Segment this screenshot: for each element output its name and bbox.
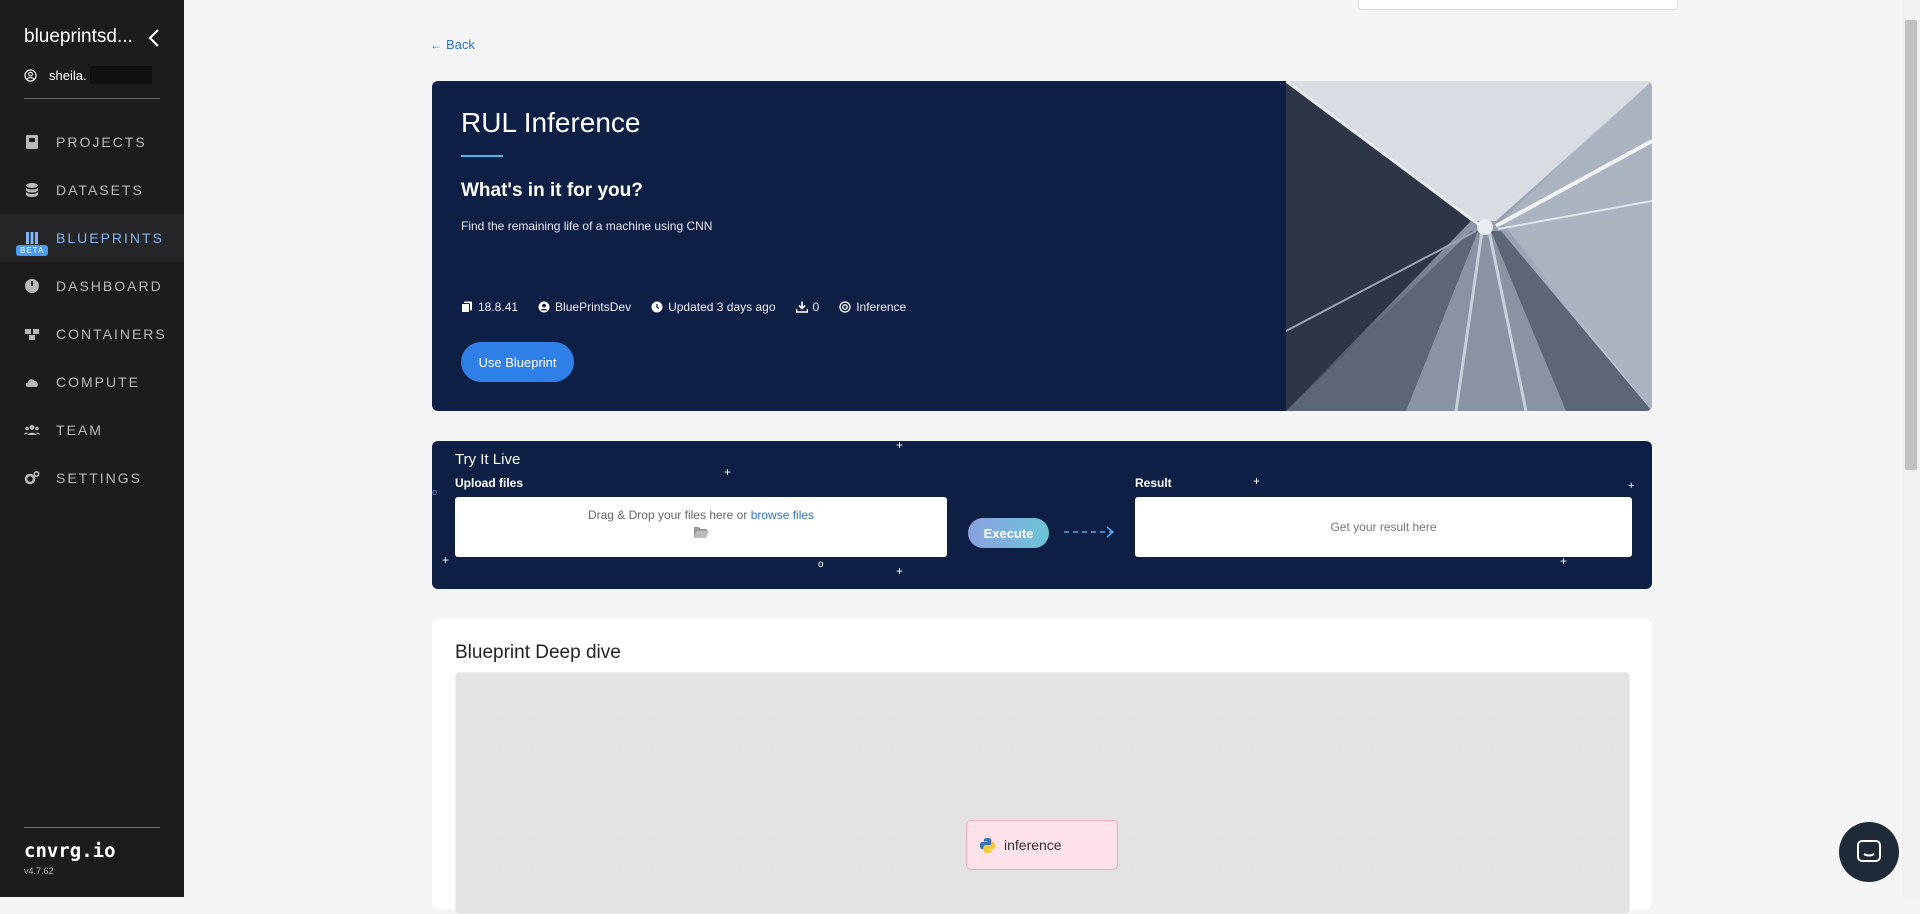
app-version: v4.7.62 [24,866,54,876]
sidebar-item-settings[interactable]: SETTINGS [0,454,184,502]
page-title: RUL Inference [461,107,641,138]
chevron-left-icon[interactable] [145,26,163,50]
sidebar-item-label: TEAM [56,422,103,438]
section-title: Blueprint Deep dive [455,642,621,663]
use-blueprint-button[interactable]: Use Blueprint [461,342,574,382]
chat-launcher-button[interactable] [1839,822,1899,882]
chat-icon [1857,840,1881,862]
clock-icon [651,301,663,313]
hero-image [1286,81,1652,411]
meta-version: 18.8.41 [461,300,518,314]
execute-button[interactable]: Execute [968,518,1049,548]
sidebar-item-label: DATASETS [56,182,144,198]
node-label: inference [1004,837,1062,853]
divider [24,827,160,828]
sidebar-nav: PROJECTS DATASETS BETA BLUEPRINTS DASHBO… [0,118,184,502]
arrow-left-icon: ← [430,37,442,52]
org-name[interactable]: blueprintsd... [24,26,160,48]
blueprint-meta: 18.8.41 BluePrintsDev Updated 3 days ago… [461,300,926,314]
redacted-text [89,66,152,84]
sparkle-decoration: + [1560,554,1568,568]
sparkle-decoration: + [1628,480,1635,492]
section-title: Try It Live [455,451,521,468]
popup-menu [1358,0,1678,10]
result-label: Result [1135,476,1172,490]
sidebar-item-label: DASHBOARD [56,278,163,294]
sidebar: blueprintsd... sheila. PROJECTS DATASETS… [0,0,184,897]
brand-logo: cnvrg.io [24,840,116,862]
back-label: Back [446,37,475,52]
projects-icon [26,135,38,149]
sparkle-decoration: o [432,487,438,497]
database-icon [26,183,38,197]
blueprint-hero: RUL Inference What's in it for you? Find… [432,81,1652,411]
result-box: Get your result here [1135,497,1632,557]
meta-downloads: 0 [795,300,819,314]
python-icon [979,837,996,853]
file-dropzone[interactable]: Drag & Drop your files here or browse fi… [455,497,947,557]
try-it-live-panel: Try It Live Upload files Drag & Drop you… [432,441,1652,589]
browse-files-link[interactable]: browse files [751,508,814,522]
sidebar-item-label: BLUEPRINTS [56,230,164,246]
sidebar-item-compute[interactable]: COMPUTE [0,358,184,406]
sparkle-decoration: + [1253,474,1261,488]
copy-icon [461,301,472,313]
sidebar-item-datasets[interactable]: DATASETS [0,166,184,214]
flow-canvas[interactable]: inference [455,672,1630,914]
grid-background [456,673,1629,913]
sidebar-item-label: PROJECTS [56,134,147,150]
user-circle-icon [538,301,550,313]
hero-subtitle: What's in it for you? [461,180,643,201]
dashboard-icon [25,279,39,293]
folder-open-icon [455,526,947,542]
meta-author: BluePrintsDev [538,300,631,314]
dropzone-text: Drag & Drop your files here or browse fi… [587,508,815,522]
dashed-arrow-icon [1064,526,1115,538]
sidebar-item-label: CONTAINERS [56,326,167,342]
user-name: sheila. [49,67,87,83]
upload-label: Upload files [455,476,524,490]
sparkle-decoration: + [724,465,732,479]
sidebar-item-containers[interactable]: CONTAINERS [0,310,184,358]
meta-updated: Updated 3 days ago [651,300,776,314]
sidebar-item-blueprints[interactable]: BETA BLUEPRINTS [0,214,184,262]
sidebar-item-dashboard[interactable]: DASHBOARD [0,262,184,310]
sparkle-decoration: + [896,564,904,578]
scrollbar-thumb[interactable] [1905,20,1917,470]
settings-icon [24,470,40,485]
target-icon [839,301,851,313]
hero-description: Find the remaining life of a machine usi… [461,219,713,233]
team-icon [24,425,40,435]
blueprints-icon [26,232,38,244]
meta-type: Inference [839,300,906,314]
sparkle-decoration: + [896,441,904,452]
sidebar-item-label: COMPUTE [56,374,140,390]
user-circle-icon [24,68,37,82]
beta-badge: BETA [16,245,49,256]
containers-icon [25,329,39,340]
sidebar-item-team[interactable]: TEAM [0,406,184,454]
user-menu[interactable]: sheila. [24,66,152,84]
divider [24,98,160,99]
sparkle-decoration: o [818,559,824,570]
back-link[interactable]: ← Back [430,37,475,52]
title-underline [461,155,503,157]
sidebar-header: blueprintsd... [24,26,160,48]
flow-node-inference[interactable]: inference [966,820,1118,870]
sidebar-item-label: SETTINGS [56,470,143,486]
download-icon [795,301,808,313]
sparkle-decoration: + [442,553,450,567]
deep-dive-panel: Blueprint Deep dive inference [432,619,1652,914]
sidebar-item-projects[interactable]: PROJECTS [0,118,184,166]
cloud-icon [25,379,38,387]
